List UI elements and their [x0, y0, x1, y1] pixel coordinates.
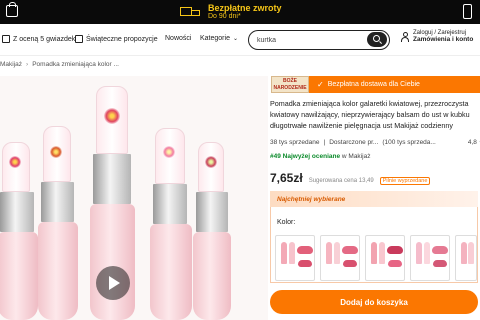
- color-option[interactable]: [410, 235, 450, 281]
- color-option[interactable]: [275, 235, 315, 281]
- breadcrumb-separator: ›: [26, 61, 29, 68]
- chevron-down-icon: ⌄: [232, 36, 238, 42]
- phone-icon[interactable]: [463, 4, 472, 19]
- nav-item-five-stars[interactable]: Z oceną 5 gwiazdek: [2, 35, 75, 43]
- top-promo-bar: Bezpłatne zwroty Do 90 dni*: [0, 0, 480, 24]
- meta-separator: |: [323, 139, 326, 146]
- search-icon: [373, 35, 380, 42]
- free-returns-subtitle: Do 90 dni*: [208, 13, 241, 21]
- nav-item-christmas[interactable]: Świąteczne propozycje: [75, 35, 158, 43]
- color-option[interactable]: [455, 235, 477, 281]
- account-menu[interactable]: Zaloguj / Zarejestruj Zamówienia i konto: [401, 30, 473, 43]
- product-image-gallery[interactable]: [0, 76, 268, 320]
- nav-item-label: Świąteczne propozycje: [86, 35, 158, 43]
- breadcrumb-item-makeup[interactable]: Makijaż: [0, 61, 22, 68]
- sold-count: 38 tys sprzedane: [270, 139, 320, 146]
- orders-account-link[interactable]: Zamówienia i konto: [413, 36, 473, 43]
- thumbs-up-icon: [2, 35, 10, 43]
- bestseller-rank[interactable]: #49 Najwyżej oceniane w Makijaż: [270, 153, 370, 160]
- nav-item-label: Kategorie: [200, 35, 230, 42]
- nav-item-categories[interactable]: Kategorie ⌄: [200, 35, 238, 42]
- price-row: 7,65zł Sugerowana cena 13,49 Pilnie wypr…: [270, 171, 431, 185]
- free-returns-banner[interactable]: Bezpłatne zwroty Do 90 dni*: [180, 1, 282, 23]
- deal-badge: Pilnie wyprzedane: [379, 177, 431, 185]
- truck-icon: [180, 5, 202, 19]
- free-shipping-badge: ✓ Bezpłatna dostawa dla Ciebie: [309, 76, 480, 93]
- search-bar: [248, 30, 390, 50]
- color-label: Kolor:: [277, 219, 296, 226]
- sold-by[interactable]: Dostarczone pr...: [329, 139, 378, 146]
- color-option[interactable]: [365, 235, 405, 281]
- check-icon: ✓: [317, 80, 324, 89]
- shopping-bag-icon[interactable]: [6, 2, 18, 17]
- rating[interactable]: 4,8 ★: [468, 138, 480, 147]
- breadcrumb: Makijaż › Pomadka zmieniająca kolor ...: [0, 61, 119, 68]
- search-button[interactable]: [367, 32, 387, 47]
- best-choice-banner: Najchętniej wybierane: [270, 191, 478, 207]
- color-selector: Kolor:: [270, 207, 478, 283]
- nav-item-label: Nowości: [165, 35, 192, 42]
- user-icon: [401, 32, 409, 42]
- product-details: BOŻE NARODZENIE ✓ Bezpłatna dostawa dla …: [268, 76, 480, 320]
- product-title: Pomadka zmieniająca kolor galaretki kwia…: [270, 99, 470, 130]
- nav-item-label: Z oceną 5 gwiazdek: [13, 35, 76, 43]
- nav-item-new[interactable]: Nowości: [165, 35, 191, 42]
- breadcrumb-item-current: Pomadka zmieniająca kolor ...: [32, 61, 119, 68]
- rating-value: 4,8: [467, 139, 477, 146]
- holiday-badge: BOŻE NARODZENIE: [271, 76, 309, 93]
- add-to-cart-button[interactable]: Dodaj do koszyka: [270, 290, 478, 314]
- free-shipping-text: Bezpłatna dostawa dla Ciebie: [327, 81, 420, 88]
- play-video-button[interactable]: [96, 266, 130, 300]
- free-returns-title: Bezpłatne zwroty: [208, 2, 282, 13]
- search-input[interactable]: [257, 34, 367, 46]
- suggested-price: Sugerowana cena 13,49: [308, 178, 374, 184]
- rank-highlight: #49 Najwyżej oceniane: [270, 153, 341, 160]
- color-option[interactable]: [320, 235, 360, 281]
- rank-category: w Makijaż: [341, 153, 371, 160]
- gift-icon: [75, 35, 83, 43]
- price: 7,65zł: [270, 171, 303, 185]
- product-meta: 38 tys sprzedane | Dostarczone pr... (10…: [270, 138, 480, 147]
- reviews-count[interactable]: (100 tys sprzeda...: [382, 139, 435, 146]
